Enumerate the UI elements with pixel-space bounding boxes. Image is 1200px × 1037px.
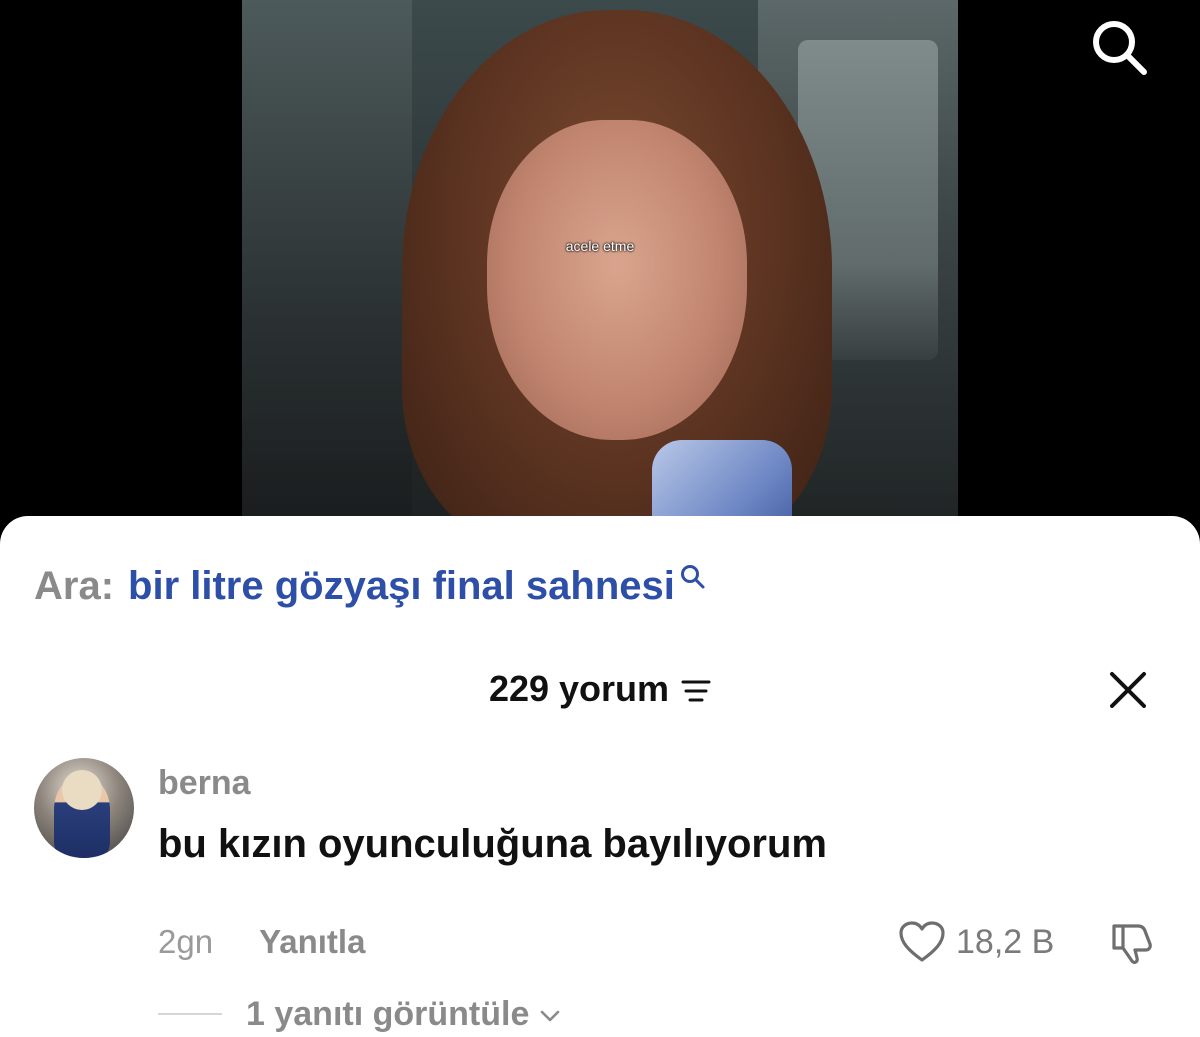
- comment-text: bu kızın oyunculuğuna bayılıyorum: [158, 822, 827, 866]
- filter-icon[interactable]: [681, 678, 711, 704]
- search-icon: [680, 565, 705, 589]
- video-subtitle: acele etme: [565, 238, 635, 254]
- search-suggestion-prefix: Ara:: [34, 563, 115, 608]
- video-subject-face: [487, 120, 747, 440]
- comment-username[interactable]: berna: [158, 764, 251, 803]
- close-button[interactable]: [1106, 668, 1150, 712]
- view-replies-label: 1 yanıtı görüntüle: [246, 994, 530, 1033]
- heart-icon: [899, 921, 945, 962]
- video-player[interactable]: acele etme: [242, 0, 958, 540]
- screen: acele etme Ara: bir litre gözyaşı final …: [0, 0, 1200, 1037]
- search-suggestion[interactable]: Ara: bir litre gözyaşı final sahnesi: [34, 560, 707, 612]
- dislike-button[interactable]: [1108, 920, 1156, 965]
- comment-time: 2gn: [158, 923, 214, 960]
- reply-button[interactable]: Yanıtla: [259, 923, 365, 961]
- like-button[interactable]: 18,2 B: [898, 920, 1054, 964]
- chevron-down-icon: [541, 1010, 560, 1022]
- comment-count: 229 yorum: [488, 668, 670, 709]
- video-background: [242, 0, 412, 540]
- thumbs-down-icon: [1112, 924, 1152, 965]
- comment-item: berna bu kızın oyunculuğuna bayılıyorum …: [0, 756, 1200, 1036]
- replies-divider: [158, 1013, 222, 1015]
- search-icon: [1093, 21, 1147, 75]
- search-suggestion-query[interactable]: bir litre gözyaşı final sahnesi: [128, 564, 675, 609]
- close-icon: [1110, 672, 1146, 708]
- avatar-head: [62, 770, 102, 810]
- search-button[interactable]: [1084, 12, 1154, 82]
- comments-header: 229 yorum: [0, 664, 1200, 714]
- comment-meta: 2gn Yanıtla 18,2 B: [158, 920, 1158, 965]
- like-count: 18,2 B: [956, 922, 1055, 961]
- comments-sheet: Ara: bir litre gözyaşı final sahnesi 229…: [0, 516, 1200, 1037]
- avatar[interactable]: [34, 758, 134, 858]
- view-replies-button[interactable]: 1 yanıtı görüntüle: [158, 992, 561, 1036]
